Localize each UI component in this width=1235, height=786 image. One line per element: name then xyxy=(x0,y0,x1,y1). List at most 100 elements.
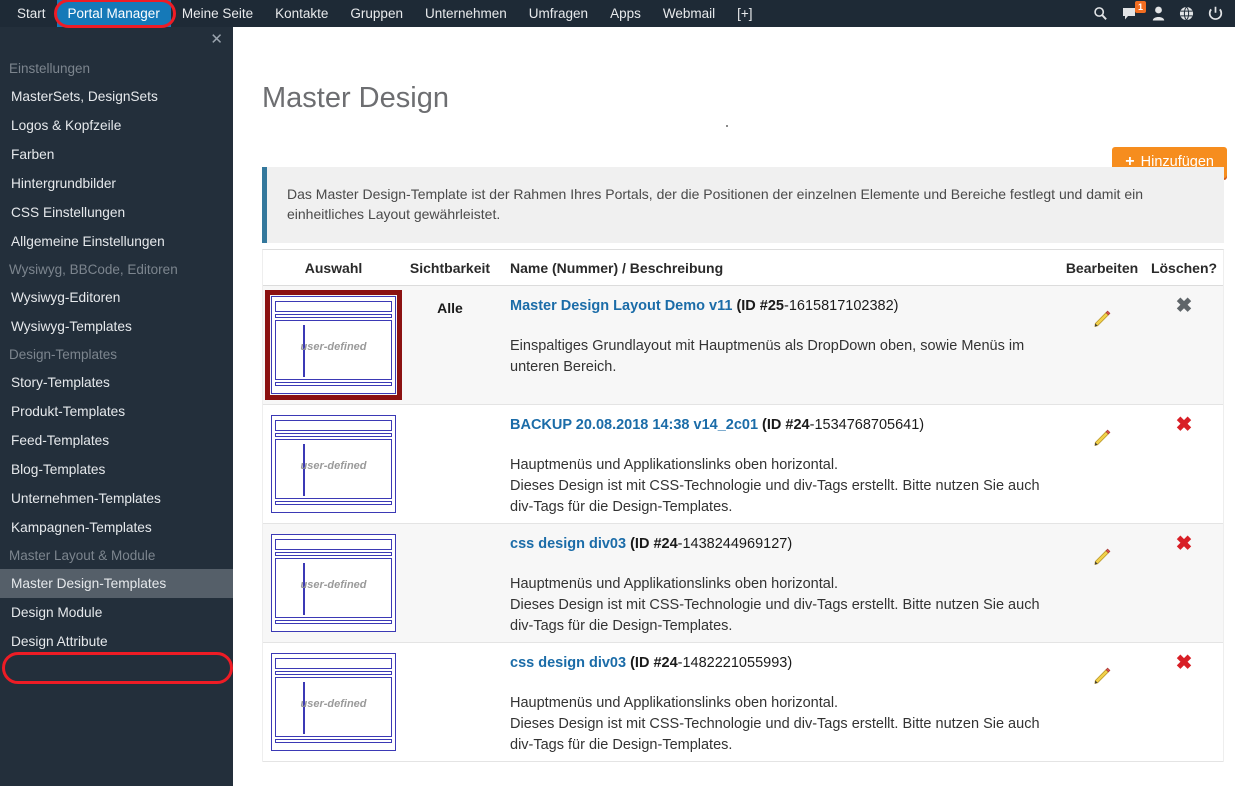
sidebar-item-css-einstellungen[interactable]: CSS Einstellungen xyxy=(0,198,233,227)
delete-cell: ✖ xyxy=(1145,286,1223,404)
sidebar-item-allgemeine-einstellungen[interactable]: Allgemeine Einstellungen xyxy=(0,227,233,256)
layout-thumbnail[interactable]: user-defined xyxy=(271,653,396,751)
sidebar-item-wysiwyg-editoren[interactable]: Wysiwyg-Editoren xyxy=(0,283,233,312)
nav-item-umfragen[interactable]: Umfragen xyxy=(518,0,599,27)
template-id-text: (ID #24-1482221055993) xyxy=(626,655,792,671)
template-description: Hauptmenüs und Applikationslinks oben ho… xyxy=(510,574,1047,637)
table-body: user-definedAlleMaster Design Layout Dem… xyxy=(263,286,1223,762)
selection-cell: user-defined xyxy=(263,286,404,404)
page-title: Master Design xyxy=(262,82,449,115)
nav-item-meine-seite[interactable]: Meine Seite xyxy=(171,0,264,27)
thumbnail-body: user-defined xyxy=(275,677,392,737)
sidebar-item-design-module[interactable]: Design Module xyxy=(0,598,233,627)
sidebar-item-mastersets-designsets[interactable]: MasterSets, DesignSets xyxy=(0,82,233,111)
user-icon[interactable] xyxy=(1152,6,1165,21)
sidebar-group-title: Design-Templates xyxy=(0,341,233,368)
edit-cell xyxy=(1059,286,1145,404)
visibility-cell: Alle xyxy=(404,286,496,404)
delete-x-icon[interactable]: ✖ xyxy=(1176,544,1193,642)
thumbnail-label: user-defined xyxy=(276,460,391,472)
layout-thumbnail[interactable]: user-defined xyxy=(271,296,396,394)
sidebar-item-design-attribute[interactable]: Design Attribute xyxy=(0,627,233,656)
template-id-text: (ID #24-1534768705641) xyxy=(758,417,924,433)
thumbnail-footer-bar xyxy=(275,620,392,624)
sidebar-item-story-templates[interactable]: Story-Templates xyxy=(0,368,233,397)
search-icon[interactable] xyxy=(1093,6,1108,21)
sidebar-group-list: EinstellungenMasterSets, DesignSetsLogos… xyxy=(0,27,233,656)
thumbnail-body: user-defined xyxy=(275,439,392,499)
thumbnail-subheader-bar xyxy=(275,671,392,675)
visibility-cell xyxy=(404,643,496,761)
template-description: Hauptmenüs und Applikationslinks oben ho… xyxy=(510,693,1047,756)
delete-x-icon[interactable]: ✖ xyxy=(1176,306,1193,404)
nav-item-webmail[interactable]: Webmail xyxy=(652,0,726,27)
edit-cell xyxy=(1059,524,1145,642)
visibility-cell xyxy=(404,405,496,523)
sidebar-group-title: Wysiwyg, BBCode, Editoren xyxy=(0,256,233,283)
pencil-icon[interactable] xyxy=(1091,427,1113,523)
pencil-icon[interactable] xyxy=(1091,546,1113,642)
nav-right-icons: 1 xyxy=(1093,6,1235,21)
thumbnail-header-bar xyxy=(275,420,392,431)
template-name-link[interactable]: css design div03 xyxy=(510,536,626,552)
table-row: user-defined BACKUP 20.08.2018 14:38 v14_… xyxy=(263,405,1223,524)
thumbnail-label: user-defined xyxy=(276,579,391,591)
thumbnail-header-bar xyxy=(275,301,392,312)
template-name-link[interactable]: css design div03 xyxy=(510,655,626,671)
cursor-dot-mark xyxy=(726,125,728,127)
sidebar-item-farben[interactable]: Farben xyxy=(0,140,233,169)
name-cell: css design div03 (ID #24-1438244969127) H… xyxy=(496,524,1059,642)
power-icon-svg xyxy=(1208,6,1223,21)
thumbnail-subheader-bar xyxy=(275,433,392,437)
globe-icon[interactable] xyxy=(1179,6,1194,21)
sidebar-item-hintergrundbilder[interactable]: Hintergrundbilder xyxy=(0,169,233,198)
sidebar-group-title: Master Layout & Module xyxy=(0,542,233,569)
search-icon-svg xyxy=(1093,6,1108,21)
delete-x-icon[interactable]: ✖ xyxy=(1176,663,1193,761)
messages-icon[interactable]: 1 xyxy=(1122,7,1138,21)
sidebar-item-wysiwyg-templates[interactable]: Wysiwyg-Templates xyxy=(0,312,233,341)
sidebar-item-feed-templates[interactable]: Feed-Templates xyxy=(0,426,233,455)
sidebar-item-unternehmen-templates[interactable]: Unternehmen-Templates xyxy=(0,484,233,513)
top-navigation-bar: StartPortal ManagerMeine SeiteKontakteGr… xyxy=(0,0,1235,27)
message-count-badge: 1 xyxy=(1135,1,1146,13)
edit-cell xyxy=(1059,405,1145,523)
template-id-text: (ID #25-1615817102382) xyxy=(732,298,898,314)
sidebar-item-produkt-templates[interactable]: Produkt-Templates xyxy=(0,397,233,426)
sidebar-group-title: Einstellungen xyxy=(0,27,233,82)
nav-item-gruppen[interactable]: Gruppen xyxy=(339,0,414,27)
template-name-line: BACKUP 20.08.2018 14:38 v14_2c01 (ID #24… xyxy=(510,417,1047,433)
nav-item-portal-manager[interactable]: Portal Manager xyxy=(57,0,171,27)
nav-item-unternehmen[interactable]: Unternehmen xyxy=(414,0,518,27)
nav-item-[interactable]: [+] xyxy=(726,0,763,27)
close-icon[interactable]: ✕ xyxy=(210,32,223,47)
template-name-link[interactable]: Master Design Layout Demo v11 xyxy=(510,298,732,314)
column-header-selection: Auswahl xyxy=(263,260,404,276)
master-design-table: Auswahl Sichtbarkeit Name (Nummer) / Bes… xyxy=(262,249,1224,762)
sidebar-item-blog-templates[interactable]: Blog-Templates xyxy=(0,455,233,484)
nav-item-start[interactable]: Start xyxy=(6,0,57,27)
nav-item-apps[interactable]: Apps xyxy=(599,0,652,27)
template-description: Einspaltiges Grundlayout mit Hauptmenüs … xyxy=(510,336,1047,378)
thumbnail-footer-bar xyxy=(275,382,392,386)
pencil-icon[interactable] xyxy=(1091,308,1113,404)
delete-x-icon[interactable]: ✖ xyxy=(1176,425,1193,523)
sidebar-item-logos-kopfzeile[interactable]: Logos & Kopfzeile xyxy=(0,111,233,140)
template-id-text: (ID #24-1438244969127) xyxy=(626,536,792,552)
power-icon[interactable] xyxy=(1208,6,1223,21)
sidebar-item-kampagnen-templates[interactable]: Kampagnen-Templates xyxy=(0,513,233,542)
user-icon-svg xyxy=(1152,6,1165,21)
main-content: Master Design + Hinzufügen Das Master De… xyxy=(233,27,1235,786)
layout-thumbnail[interactable]: user-defined xyxy=(271,415,396,513)
column-header-visibility: Sichtbarkeit xyxy=(404,260,496,276)
layout-thumbnail[interactable]: user-defined xyxy=(271,534,396,632)
sidebar-item-master-design-templates[interactable]: Master Design-Templates xyxy=(0,569,233,598)
nav-item-kontakte[interactable]: Kontakte xyxy=(264,0,339,27)
template-name-line: Master Design Layout Demo v11 (ID #25-16… xyxy=(510,298,1047,314)
pencil-icon[interactable] xyxy=(1091,665,1113,761)
thumbnail-body: user-defined xyxy=(275,558,392,618)
info-banner-text: Das Master Design-Template ist der Rahme… xyxy=(287,184,1204,224)
thumbnail-body: user-defined xyxy=(275,320,392,380)
template-name-link[interactable]: BACKUP 20.08.2018 14:38 v14_2c01 xyxy=(510,417,758,433)
thumbnail-footer-bar xyxy=(275,739,392,743)
